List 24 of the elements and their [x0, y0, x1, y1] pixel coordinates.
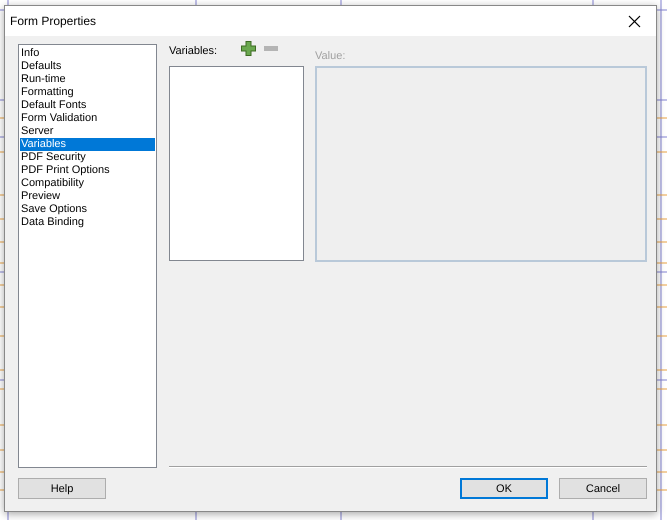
- category-item[interactable]: Preview: [20, 190, 155, 203]
- ok-button[interactable]: OK: [460, 478, 548, 499]
- category-item[interactable]: Formatting: [20, 86, 155, 99]
- add-icon[interactable]: [241, 41, 256, 56]
- category-item[interactable]: Data Binding: [20, 216, 155, 229]
- category-item[interactable]: Info: [20, 47, 155, 60]
- variables-label: Variables:: [169, 44, 218, 58]
- category-item[interactable]: PDF Security: [20, 151, 155, 164]
- value-label: Value:: [315, 49, 346, 64]
- category-item[interactable]: Save Options: [20, 203, 155, 216]
- category-item[interactable]: Variables: [20, 138, 155, 151]
- category-item[interactable]: Server: [20, 125, 155, 138]
- category-item[interactable]: Form Validation: [20, 112, 155, 125]
- category-item[interactable]: Defaults: [20, 60, 155, 73]
- window-title: Form Properties: [10, 14, 96, 28]
- help-button[interactable]: Help: [18, 478, 106, 499]
- variables-list[interactable]: [169, 66, 304, 261]
- cancel-button[interactable]: Cancel: [559, 478, 647, 499]
- close-icon: [628, 14, 640, 28]
- category-item[interactable]: Default Fonts: [20, 99, 155, 112]
- value-field[interactable]: [315, 66, 647, 262]
- category-item[interactable]: Compatibility: [20, 177, 155, 190]
- category-item[interactable]: Run-time: [20, 73, 155, 86]
- category-item[interactable]: PDF Print Options: [20, 164, 155, 177]
